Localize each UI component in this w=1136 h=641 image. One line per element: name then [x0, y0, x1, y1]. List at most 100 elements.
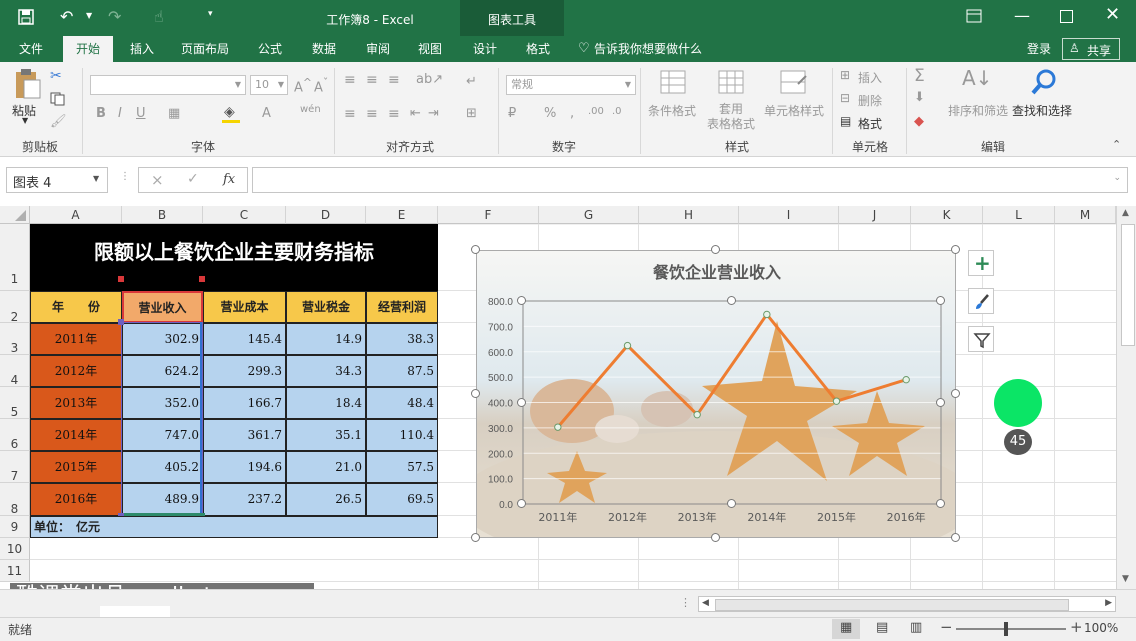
- paste-icon[interactable]: [12, 68, 42, 100]
- delete-cells-icon[interactable]: ⊟: [840, 91, 850, 105]
- range-handle[interactable]: [118, 276, 124, 282]
- profit-cell[interactable]: 38.3: [366, 323, 438, 355]
- chart-styles-button[interactable]: [968, 288, 994, 314]
- zoom-level[interactable]: 100%: [1084, 621, 1118, 635]
- format-cells-icon[interactable]: ▤: [840, 114, 851, 128]
- maximize-icon[interactable]: [1060, 10, 1073, 23]
- splitter-icon[interactable]: ⋮: [120, 171, 130, 182]
- chart-resize-handle[interactable]: [711, 533, 720, 542]
- zoom-out-icon[interactable]: −: [940, 618, 953, 636]
- row-header[interactable]: 8: [0, 483, 30, 516]
- undo-dropdown-icon[interactable]: ▼: [86, 11, 92, 20]
- plot-area-handle[interactable]: [936, 296, 945, 305]
- chart-resize-handle[interactable]: [951, 245, 960, 254]
- chart-data-point[interactable]: [554, 423, 562, 431]
- insert-function-icon[interactable]: fx: [223, 172, 235, 187]
- chart-data-point[interactable]: [902, 375, 910, 384]
- indent-icon[interactable]: ⇤: [410, 106, 421, 121]
- number-format-combo[interactable]: 常规 ▼: [506, 75, 636, 95]
- column-header[interactable]: G: [539, 206, 639, 224]
- redo-icon[interactable]: ↷: [108, 7, 121, 26]
- cost-cell[interactable]: 299.3: [203, 355, 286, 387]
- conditional-format-icon[interactable]: [660, 70, 686, 94]
- plot-area-handle[interactable]: [517, 499, 526, 508]
- fill-icon[interactable]: ⬇: [914, 90, 925, 105]
- delete-cells-label[interactable]: 删除: [858, 92, 882, 109]
- clear-icon[interactable]: ◆: [914, 114, 924, 129]
- tab-design[interactable]: 设计: [463, 36, 507, 62]
- cost-cell[interactable]: 361.7: [203, 419, 286, 451]
- table-header-profit[interactable]: 经营利润: [366, 291, 438, 323]
- year-cell[interactable]: 2016年: [30, 483, 122, 516]
- autosum-icon[interactable]: Σ: [914, 66, 925, 86]
- chart-elements-button[interactable]: +: [968, 250, 994, 276]
- close-icon[interactable]: ✕: [1105, 4, 1120, 25]
- chart-resize-handle[interactable]: [471, 389, 480, 398]
- align-left-icon[interactable]: ≡: [344, 106, 356, 122]
- range-handle[interactable]: [199, 276, 205, 282]
- row-header[interactable]: 1: [0, 224, 30, 291]
- chart-filters-button[interactable]: [968, 326, 994, 352]
- column-header[interactable]: J: [839, 206, 911, 224]
- phonetic-icon[interactable]: wén: [300, 104, 321, 115]
- find-select-label[interactable]: 查找和选择: [1012, 102, 1072, 119]
- insert-cells-icon[interactable]: ⊞: [840, 68, 850, 82]
- chart-resize-handle[interactable]: [951, 389, 960, 398]
- chart-resize-handle[interactable]: [951, 533, 960, 542]
- cost-cell[interactable]: 237.2: [203, 483, 286, 516]
- cancel-icon[interactable]: ×: [151, 171, 164, 189]
- share-button[interactable]: ♙ 共享: [1062, 38, 1120, 60]
- plot-area-handle[interactable]: [727, 296, 736, 305]
- table-header-year[interactable]: 年 份: [30, 291, 122, 323]
- copy-icon[interactable]: [50, 92, 65, 106]
- collapse-ribbon-icon[interactable]: ⌃: [1112, 138, 1121, 151]
- top-align-icon[interactable]: ≡: [344, 72, 356, 88]
- font-color-icon[interactable]: A: [262, 106, 271, 121]
- plot-area-handle[interactable]: [517, 398, 526, 407]
- column-header[interactable]: B: [122, 206, 203, 224]
- minimize-icon[interactable]: —: [1014, 6, 1030, 25]
- font-size-combo[interactable]: 10 ▼: [250, 75, 288, 95]
- chart-area[interactable]: 餐饮企业营业收入 0.0 100.0 200.0 300.0 400.0 500.0 600…: [476, 250, 956, 538]
- chart-data-point[interactable]: [693, 410, 701, 419]
- wrap-text-icon[interactable]: ↵: [466, 74, 477, 89]
- row-header[interactable]: 5: [0, 387, 30, 419]
- tab-formulas[interactable]: 公式: [248, 36, 292, 62]
- row-header[interactable]: 6: [0, 419, 30, 451]
- column-header[interactable]: A: [30, 206, 122, 224]
- scroll-up-icon[interactable]: ▲: [1122, 208, 1129, 218]
- undo-icon[interactable]: ↶: [60, 7, 73, 26]
- tax-cell[interactable]: 26.5: [286, 483, 366, 516]
- tax-cell[interactable]: 34.3: [286, 355, 366, 387]
- page-layout-view-icon[interactable]: ▤: [876, 620, 888, 635]
- tax-cell[interactable]: 14.9: [286, 323, 366, 355]
- tax-cell[interactable]: 18.4: [286, 387, 366, 419]
- unit-note[interactable]: 单位： 亿元: [30, 516, 438, 538]
- italic-icon[interactable]: I: [118, 106, 122, 121]
- format-table-label[interactable]: 套用 表格格式: [702, 102, 760, 132]
- select-all-corner[interactable]: [0, 206, 30, 224]
- tab-format[interactable]: 格式: [516, 36, 560, 62]
- column-header[interactable]: H: [639, 206, 739, 224]
- enter-icon[interactable]: ✓: [187, 171, 199, 187]
- tab-file[interactable]: 文件: [8, 36, 54, 62]
- plot-area-handle[interactable]: [936, 499, 945, 508]
- format-table-icon[interactable]: [718, 70, 744, 94]
- normal-view-button[interactable]: ▦: [832, 619, 860, 639]
- row-header[interactable]: 4: [0, 355, 30, 387]
- profit-cell[interactable]: 57.5: [366, 451, 438, 483]
- middle-align-icon[interactable]: ≡: [366, 72, 378, 88]
- formula-input[interactable]: ⌄: [252, 167, 1128, 193]
- scroll-thumb[interactable]: [1121, 224, 1135, 346]
- h-scroll-thumb[interactable]: [715, 599, 1069, 611]
- page-break-view-icon[interactable]: ▥: [910, 620, 922, 635]
- cost-cell[interactable]: 145.4: [203, 323, 286, 355]
- shrink-font-icon[interactable]: Aˇ: [314, 76, 328, 95]
- chart-data-point[interactable]: [763, 310, 771, 319]
- year-cell[interactable]: 2013年: [30, 387, 122, 419]
- profit-cell[interactable]: 87.5: [366, 355, 438, 387]
- year-cell[interactable]: 2014年: [30, 419, 122, 451]
- name-box[interactable]: 图表 4 ▼: [6, 167, 108, 193]
- sort-filter-icon[interactable]: A↓: [962, 66, 992, 90]
- scroll-left-icon[interactable]: ◀: [702, 598, 709, 608]
